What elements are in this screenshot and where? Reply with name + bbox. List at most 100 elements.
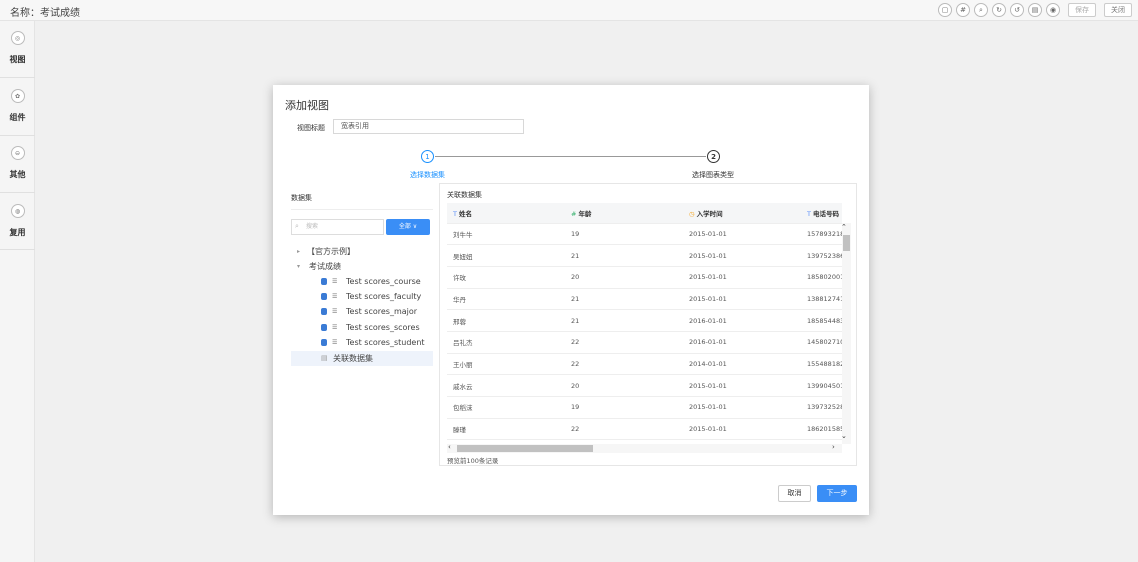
sidebar-item-other[interactable]: ⊖ 其他 <box>0 146 35 180</box>
table-cell: 邢蓉 <box>447 309 565 332</box>
table-row: 刘牛牛192015-01-0115789321863 <box>447 223 842 246</box>
document-icon[interactable]: ▤ <box>1028 3 1042 17</box>
table-cell: 13975238634 <box>801 244 842 267</box>
table-cell: 18620158526 <box>801 418 842 441</box>
table-row: 滕瑾222015-01-0118620158526 <box>447 418 842 441</box>
table-cell: 21 <box>565 309 683 332</box>
table-cell: 20 <box>565 266 683 289</box>
column-header[interactable]: T 姓名 <box>447 203 565 224</box>
other-icon: ⊖ <box>10 146 25 160</box>
tree-label: Test scores_course <box>346 277 421 286</box>
cancel-button[interactable]: 取消 <box>778 485 811 502</box>
scrollbar-thumb[interactable] <box>457 445 593 452</box>
table-cell: 2015-01-01 <box>683 288 801 311</box>
column-header[interactable]: T 电话号码 <box>801 203 842 224</box>
settings-icon: ☰ <box>332 308 338 315</box>
column-header[interactable]: # 年龄 <box>565 203 683 224</box>
vertical-scrollbar[interactable] <box>842 223 851 444</box>
table-cell: 19 <box>565 396 683 419</box>
tree-folder-exam[interactable]: ▾ 考试成绩 <box>291 259 433 274</box>
table-row: 戚水云202015-01-0113990450135 <box>447 374 842 397</box>
tree-folder-official[interactable]: ▸ 【官方示例】 <box>291 244 433 259</box>
table-cell: 21 <box>565 244 683 267</box>
sidebar-item-label: 组件 <box>9 113 26 122</box>
refresh-icon[interactable]: ↻ <box>992 3 1006 17</box>
tree-label: 【官方示例】 <box>307 247 355 256</box>
scroll-right-icon[interactable]: › <box>832 443 835 451</box>
table-cell: 许玫 <box>447 266 565 289</box>
scroll-down-icon[interactable]: ⌄ <box>841 432 847 440</box>
dataset-search-input[interactable]: 搜索 <box>291 219 384 235</box>
next-step-button[interactable]: 下一步 <box>817 485 857 502</box>
column-header[interactable]: ◷ 入学时间 <box>683 203 801 224</box>
divider <box>0 192 35 193</box>
tree-item-scores[interactable]: ☰ Test scores_scores <box>291 320 433 335</box>
sidebar-item-component[interactable]: ✿ 组件 <box>0 89 35 123</box>
table-cell: 2015-01-01 <box>683 266 801 289</box>
table-cell: 21 <box>565 288 683 311</box>
grid-icon[interactable]: # <box>956 3 970 17</box>
table-cell: 15548818232 <box>801 353 842 376</box>
sidebar-item-label: 复用 <box>9 228 26 237</box>
dataset-title: 数据集 <box>291 194 312 202</box>
column-name: 电话号码 <box>812 209 839 218</box>
number-type-icon: # <box>571 209 577 218</box>
table-cell: 滕瑾 <box>447 418 565 441</box>
step-1-indicator: 1 <box>421 150 434 163</box>
table-cell: 2015-01-01 <box>683 223 801 246</box>
database-icon <box>321 339 327 346</box>
caret-right-icon[interactable]: ▸ <box>297 244 300 259</box>
table-row: 华丹212015-01-0113881274158 <box>447 288 842 311</box>
caret-down-icon[interactable]: ▾ <box>297 259 300 274</box>
scrollbar-thumb[interactable] <box>843 235 850 251</box>
tree-item-faculty[interactable]: ☰ Test scores_faculty <box>291 289 433 304</box>
scroll-left-icon[interactable]: ‹ <box>448 443 451 451</box>
eye-icon[interactable]: ◉ <box>1046 3 1060 17</box>
table-cell: 2015-01-01 <box>683 374 801 397</box>
table-row: 邢蓉212016-01-0118585448326 <box>447 309 842 332</box>
table-cell: 2016-01-01 <box>683 309 801 332</box>
settings-icon: ☰ <box>332 293 338 300</box>
search-icon: ⌕ <box>295 222 299 230</box>
table-row: 吕礼杰222016-01-0114580271095 <box>447 331 842 354</box>
table-cell: 14580271095 <box>801 331 842 354</box>
divider <box>291 209 433 210</box>
scroll-up-icon[interactable]: ⌃ <box>841 223 847 231</box>
step-1-label: 选择数据集 <box>410 171 445 179</box>
horizontal-scrollbar[interactable] <box>447 444 842 453</box>
table-cell: 13973252865 <box>801 396 842 419</box>
tree-item-assoc-dataset[interactable]: ▤ 关联数据集 <box>291 351 433 366</box>
column-name: 年龄 <box>578 209 592 218</box>
tree-item-student[interactable]: ☰ Test scores_student <box>291 335 433 350</box>
table-row: 吴妞妞212015-01-0113975238634 <box>447 244 842 267</box>
tree-item-major[interactable]: ☰ Test scores_major <box>291 304 433 319</box>
date-type-icon: ◷ <box>689 209 695 218</box>
table-cell: 2015-01-01 <box>683 396 801 419</box>
search-icon[interactable]: ⌕ <box>974 3 988 17</box>
table-cell: 20 <box>565 374 683 397</box>
sidebar-item-reuse[interactable]: ◍ 复用 <box>0 204 35 238</box>
table-cell: 2016-01-01 <box>683 331 801 354</box>
table-cell: 王小丽 <box>447 353 565 376</box>
table-cell: 13990450135 <box>801 374 842 397</box>
tree-item-course[interactable]: ☰ Test scores_course <box>291 274 433 289</box>
table-cell: 13881274158 <box>801 288 842 311</box>
step-2-label: 选择图表类型 <box>692 171 734 179</box>
divider <box>0 135 35 136</box>
text-type-icon: T <box>453 209 457 218</box>
page-title: 名称：考试成绩 <box>10 8 80 19</box>
close-button[interactable]: 关闭 <box>1104 3 1132 17</box>
undo-icon[interactable]: ↺ <box>1010 3 1024 17</box>
sidebar-item-view[interactable]: ◎ 视图 <box>0 31 35 65</box>
save-button[interactable]: 保存 <box>1068 3 1096 17</box>
filter-all-dropdown[interactable]: 全部 ∨ <box>386 219 430 235</box>
table-cell: 2014-01-01 <box>683 353 801 376</box>
square-icon[interactable]: ▢ <box>938 3 952 17</box>
table-cell: 吕礼杰 <box>447 331 565 354</box>
view-title-input[interactable]: 宽表引用 <box>333 119 524 134</box>
step-2-indicator: 2 <box>707 150 720 163</box>
preview-table[interactable]: T 姓名 # 年龄 ◷ 入学时间 T 电话号码 刘牛牛 19 2015-01-01 15789… <box>447 203 842 444</box>
settings-icon: ☰ <box>332 278 338 285</box>
divider <box>0 77 35 78</box>
table-cell: 2015-01-01 <box>683 418 801 441</box>
